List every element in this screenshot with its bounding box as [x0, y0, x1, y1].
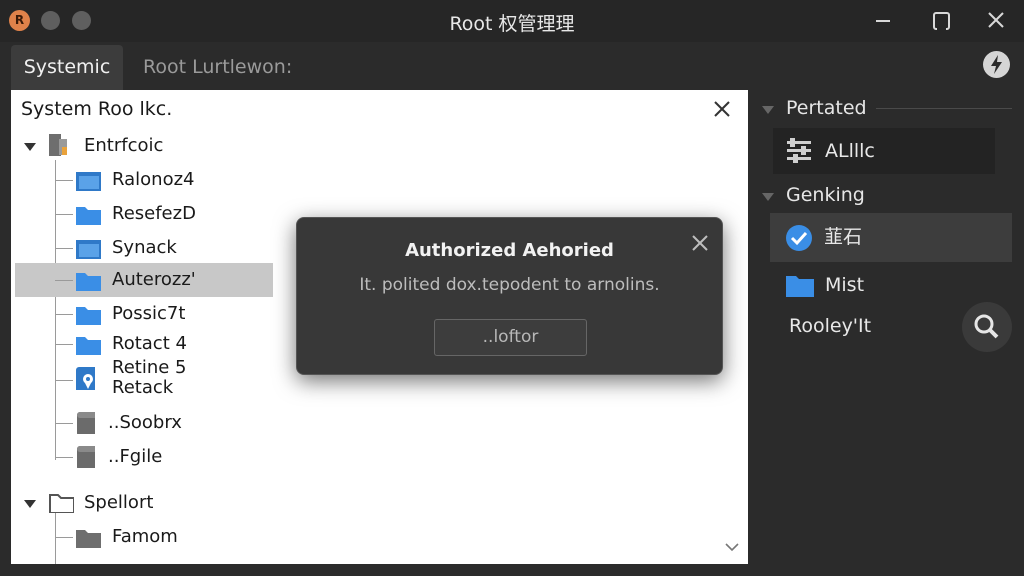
folder-outline-icon [49, 494, 74, 513]
tree-node-label: ..Fgile [108, 446, 163, 467]
tab-systemic[interactable]: Systemic [11, 45, 123, 90]
right-item-allllc[interactable]: ALlllc [773, 128, 995, 174]
disk-icon [77, 446, 95, 468]
tree-branch [55, 344, 73, 345]
tree-branch [55, 214, 73, 215]
tree-branch [55, 537, 73, 538]
location-file-icon [76, 367, 95, 390]
close-button[interactable] [981, 7, 1011, 35]
panel-close-button[interactable] [711, 98, 733, 120]
section-pertated-label: Pertated [786, 97, 867, 119]
tree-node-label: Retack [112, 377, 174, 398]
minimize-button[interactable] [868, 7, 898, 35]
tree-node-label: Spellort [84, 492, 154, 513]
caret-down-icon[interactable] [761, 103, 775, 117]
tree-node-label: Rotact 4 [112, 333, 187, 354]
dialog-title: Authorized Aehoried [405, 240, 614, 261]
right-item-label: Rooley'It [789, 315, 872, 337]
title-bar: R Root 权管理理 [0, 0, 1024, 42]
tree-branch [55, 180, 73, 181]
tree-node-label: ..Soobrx [108, 412, 182, 433]
server-folder-icon [49, 134, 67, 156]
tree-branch [55, 457, 73, 458]
close-icon [714, 101, 730, 117]
close-icon [692, 235, 708, 251]
tree-branch [55, 280, 73, 281]
panel-title: System Roo lkc. [21, 98, 173, 120]
folder-icon [786, 276, 814, 297]
folder-icon [76, 240, 101, 259]
dialog-close-button[interactable] [690, 233, 710, 253]
tree-node-label: ResefezD [112, 203, 196, 224]
lightning-button[interactable] [983, 51, 1010, 78]
close-icon [988, 12, 1004, 28]
folder-icon [76, 337, 101, 355]
chevron-down-icon [725, 543, 739, 552]
right-item-label: Mist [825, 274, 865, 296]
tree-branch [55, 314, 73, 315]
tree-node-label: Synack [112, 237, 177, 258]
tree-node[interactable]: ..Fgile [55, 441, 315, 473]
right-item-rooley[interactable]: Rooley'It [770, 303, 960, 349]
tree-node-selected[interactable]: Auterozz' [15, 263, 273, 297]
tree-node[interactable]: Entrfcoic [11, 130, 311, 162]
tree-node-label: Auterozz' [112, 269, 196, 290]
right-item-selected[interactable]: 韮石 [770, 213, 1012, 262]
disk-icon [77, 412, 95, 434]
tab-root[interactable]: Root Lurtlewon: [143, 45, 292, 90]
caret-down-icon [24, 500, 36, 508]
tree-node[interactable]: Spellort [11, 487, 311, 519]
right-item-mist[interactable]: Mist [770, 262, 960, 308]
tree-node-label: Entrfcoic [84, 135, 164, 156]
tree-node-label: Famom [112, 526, 178, 547]
tree-node[interactable]: Synack [55, 232, 315, 264]
caret-down-icon[interactable] [761, 190, 775, 204]
tree-node[interactable]: Retine 5 Retack [55, 357, 315, 404]
tree-node[interactable]: ResefezD [55, 198, 315, 230]
right-item-label: ALlllc [825, 140, 875, 162]
lightning-icon [991, 55, 1002, 74]
check-circle-icon [786, 225, 812, 251]
folder-icon [76, 273, 101, 291]
folder-icon [76, 207, 101, 225]
maximize-icon [933, 12, 950, 30]
tree-node[interactable]: Possic7t [55, 298, 315, 330]
search-button[interactable] [962, 302, 1012, 352]
tree-node[interactable]: Ralonoz4 [55, 164, 315, 196]
tree-branch [55, 380, 73, 381]
tree-node[interactable]: Famom [55, 521, 315, 553]
section-genking-label: Genking [786, 184, 865, 206]
dialog-action-button[interactable]: ..loftor [434, 319, 587, 356]
folder-icon [76, 172, 101, 191]
minimize-icon [876, 20, 890, 22]
tree-node-label: Ralonoz4 [112, 169, 195, 190]
sliders-icon [787, 138, 811, 163]
scroll-down-button[interactable] [723, 538, 741, 556]
folder-icon [76, 307, 101, 325]
authorization-dialog: Authorized Aehoried It. polited dox.tepo… [296, 217, 723, 375]
caret-down-icon [24, 143, 36, 151]
maximize-button[interactable] [926, 7, 956, 35]
tree-branch [55, 248, 73, 249]
section-divider [876, 108, 1012, 109]
tree-branch [55, 423, 73, 424]
tree-node[interactable]: Rotact 4 [55, 328, 315, 360]
tree-node-label: Retine 5 [112, 357, 187, 378]
tree-node[interactable]: ..Soobrx [55, 407, 315, 439]
dialog-message: It. polited dox.tepodent to arnolins. [359, 275, 660, 295]
right-item-label: 韮石 [824, 226, 863, 248]
tree-node-label: Possic7t [112, 303, 186, 324]
search-icon [974, 314, 999, 339]
folder-icon [76, 530, 101, 548]
